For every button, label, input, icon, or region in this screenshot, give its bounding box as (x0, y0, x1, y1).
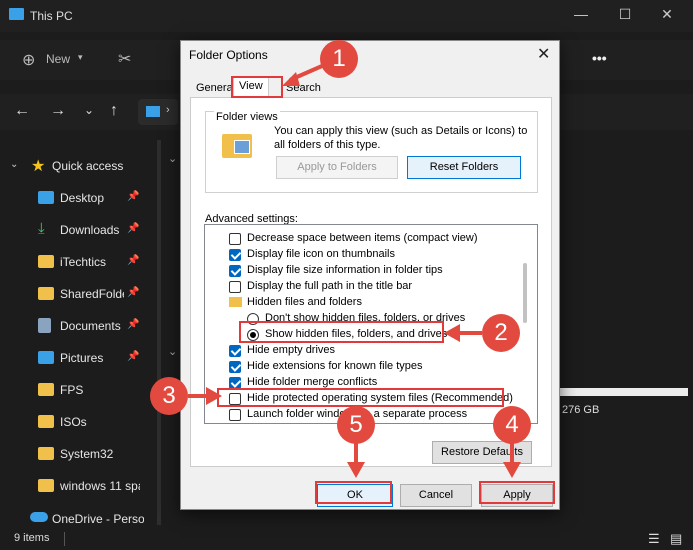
step-badge-1: 1 (320, 40, 358, 78)
step-badge-5: 5 (337, 406, 375, 444)
step-badge-4: 4 (493, 406, 531, 444)
step-badge-2: 2 (482, 314, 520, 352)
callout-arrows (188, 64, 521, 478)
step-badge-3: 3 (150, 377, 188, 415)
